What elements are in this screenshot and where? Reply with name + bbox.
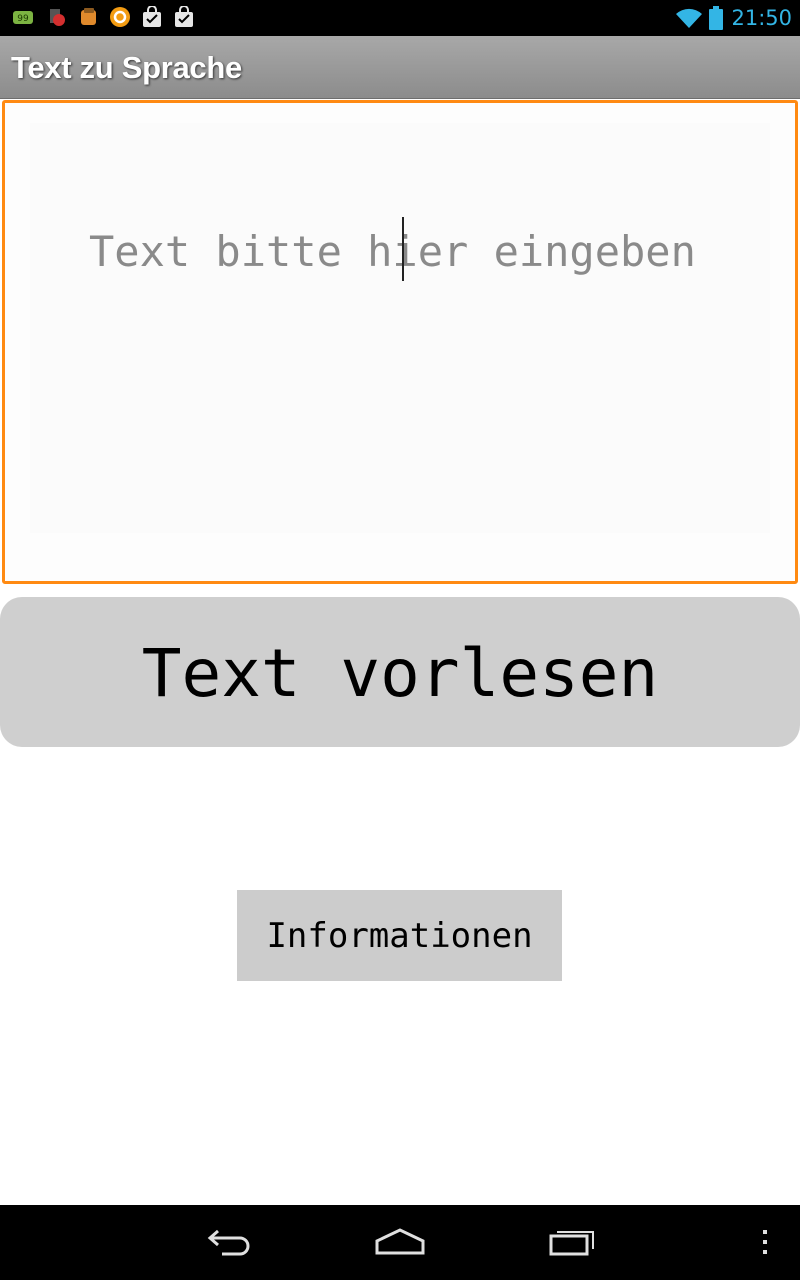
- text-input-field[interactable]: Text bitte hier eingeben: [2, 100, 798, 584]
- input-area: [30, 123, 770, 533]
- text-caret: [402, 217, 404, 281]
- home-button[interactable]: [355, 1217, 445, 1267]
- shopping-bag-icon: [175, 6, 193, 27]
- battery-icon: [709, 6, 724, 30]
- badge-99-icon: 99: [13, 11, 33, 24]
- svg-text:99: 99: [17, 14, 29, 24]
- title-bar: Text zu Sprache: [0, 36, 800, 99]
- information-button[interactable]: Informationen: [237, 890, 562, 981]
- input-placeholder: Text bitte hier eingeben: [89, 227, 696, 276]
- status-bar: 99 21:50: [0, 0, 800, 36]
- read-aloud-label: Text vorlesen: [141, 634, 659, 712]
- read-aloud-button[interactable]: Text vorlesen: [0, 597, 800, 747]
- app-title: Text zu Sprache: [11, 50, 242, 85]
- information-label: Informationen: [266, 915, 533, 956]
- overflow-menu-button[interactable]: [720, 1217, 800, 1267]
- app-icon: [50, 9, 65, 26]
- back-button[interactable]: [185, 1217, 275, 1267]
- shopping-bag-icon: [143, 6, 161, 27]
- navigation-bar: [0, 1205, 800, 1280]
- overflow-menu-icon: [763, 1230, 767, 1254]
- home-icon: [375, 1228, 425, 1255]
- refresh-icon: [110, 7, 130, 27]
- wifi-icon: [676, 8, 703, 28]
- status-right: 21:50: [675, 0, 792, 36]
- recent-apps-icon: [549, 1231, 594, 1256]
- back-icon: [207, 1229, 250, 1256]
- recent-apps-button[interactable]: [526, 1217, 616, 1267]
- app-icon: [81, 8, 96, 25]
- clock: 21:50: [731, 6, 792, 30]
